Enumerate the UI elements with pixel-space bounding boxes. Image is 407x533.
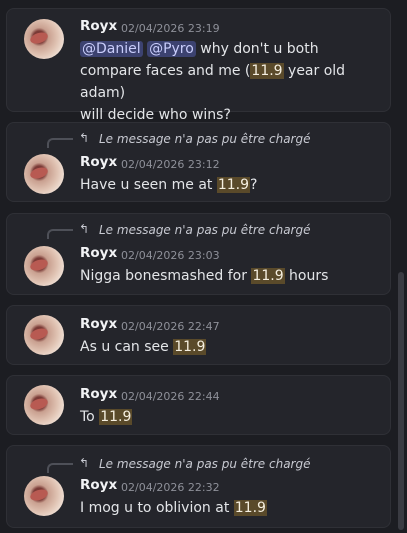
- message-timestamp: 02/04/2026 22:44: [121, 390, 220, 403]
- search-highlight: 11.9: [251, 268, 285, 284]
- message-content: Have u seen me at 11.9?: [80, 174, 380, 196]
- reply-arrow-icon: ↰: [79, 131, 90, 145]
- reply-connector: [47, 138, 73, 148]
- user-mention[interactable]: @Pyro: [147, 41, 196, 57]
- search-highlight: 11.9: [233, 500, 267, 516]
- search-highlight: 11.9: [173, 339, 207, 355]
- message-text: ?: [250, 177, 258, 193]
- message-text: why don't u both: [195, 41, 319, 57]
- message-author[interactable]: Royx: [80, 316, 117, 332]
- avatar-image: [28, 487, 50, 503]
- message-content: @Daniel @Pyro why don't u both compare f…: [80, 38, 380, 126]
- message-timestamp: 02/04/2026 23:12: [121, 158, 220, 171]
- search-highlight: 11.9: [99, 409, 133, 425]
- reply-text: Le message n'a pas pu être chargé: [99, 223, 311, 237]
- avatar[interactable]: [24, 246, 64, 286]
- reply-text: Le message n'a pas pu être chargé: [99, 457, 311, 471]
- reply-text: Le message n'a pas pu être chargé: [99, 132, 311, 146]
- message-timestamp: 02/04/2026 23:19: [121, 22, 220, 35]
- message-text: hours: [284, 268, 329, 284]
- avatar[interactable]: [24, 385, 64, 425]
- reply-connector: [47, 229, 73, 239]
- message-text: will decide who wins?: [80, 107, 231, 123]
- avatar[interactable]: [24, 154, 64, 194]
- message-author[interactable]: Royx: [80, 386, 117, 402]
- reply-arrow-icon: ↰: [79, 222, 90, 236]
- message-card[interactable]: ↰ Le message n'a pas pu être chargé Royx…: [6, 122, 391, 202]
- message-text: Have u seen me at: [80, 177, 217, 193]
- message-author[interactable]: Royx: [80, 18, 117, 34]
- reply-arrow-icon: ↰: [79, 456, 90, 470]
- message-timestamp: 02/04/2026 23:03: [121, 249, 220, 262]
- avatar[interactable]: [24, 476, 64, 516]
- reply-connector: [47, 463, 73, 473]
- search-highlight: 11.9: [250, 63, 284, 79]
- message-text: compare faces and me (: [80, 63, 251, 79]
- avatar-image: [28, 30, 50, 46]
- message-card[interactable]: Royx 02/04/2026 23:19 @Daniel @Pyro why …: [6, 8, 391, 123]
- message-text: To: [80, 409, 100, 425]
- user-mention[interactable]: @Daniel: [80, 41, 143, 57]
- search-highlight: 11.9: [216, 177, 251, 193]
- message-timestamp: 02/04/2026 22:47: [121, 320, 220, 333]
- message-card[interactable]: ↰ Le message n'a pas pu être chargé Royx…: [6, 445, 391, 528]
- message-card[interactable]: Royx 02/04/2026 22:44 To 11.9: [6, 375, 391, 435]
- message-content: Nigga bonesmashed for 11.9 hours: [80, 265, 380, 287]
- message-text: As u can see: [80, 339, 174, 355]
- message-author[interactable]: Royx: [80, 477, 117, 493]
- search-results-panel: Royx 02/04/2026 23:19 @Daniel @Pyro why …: [0, 0, 407, 533]
- message-timestamp: 02/04/2026 22:32: [121, 481, 220, 494]
- message-text: I mog u to oblivion at: [80, 500, 234, 516]
- avatar-image: [28, 396, 50, 412]
- message-card[interactable]: Royx 02/04/2026 22:47 As u can see 11.9: [6, 305, 391, 365]
- avatar-image: [28, 326, 50, 342]
- message-card[interactable]: ↰ Le message n'a pas pu être chargé Royx…: [6, 213, 391, 295]
- message-content: I mog u to oblivion at 11.9: [80, 497, 380, 519]
- avatar-image: [28, 257, 50, 273]
- message-content: To 11.9: [80, 406, 380, 428]
- avatar[interactable]: [24, 19, 64, 59]
- message-text: Nigga bonesmashed for: [80, 268, 252, 284]
- avatar-image: [28, 165, 50, 181]
- message-author[interactable]: Royx: [80, 154, 117, 170]
- avatar[interactable]: [24, 315, 64, 355]
- message-author[interactable]: Royx: [80, 245, 117, 261]
- scrollbar-thumb[interactable]: [398, 272, 404, 530]
- message-content: As u can see 11.9: [80, 336, 380, 358]
